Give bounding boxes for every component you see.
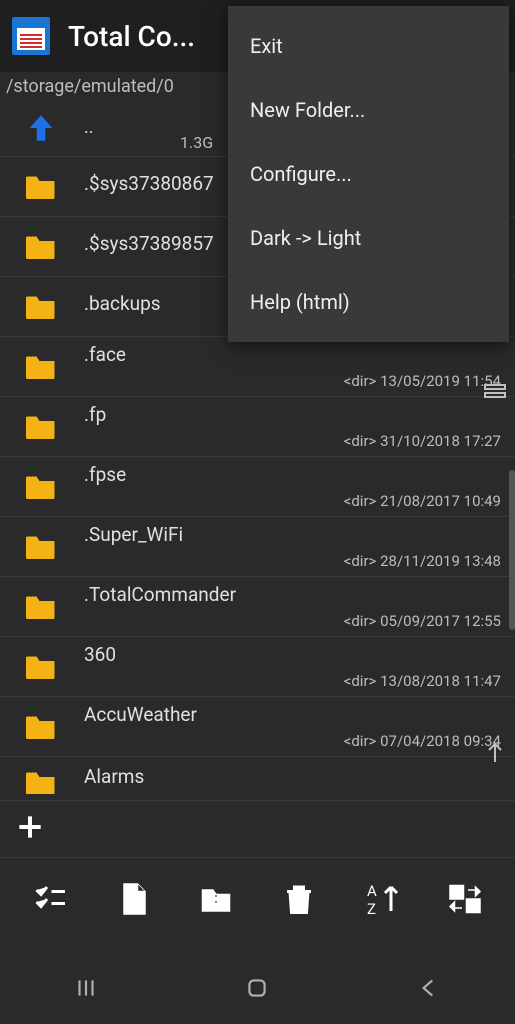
folder-icon xyxy=(16,349,66,385)
folder-icon xyxy=(16,589,66,625)
list-item[interactable]: Alarms xyxy=(0,757,515,794)
menu-help[interactable]: Help (html) xyxy=(228,270,509,334)
scrollbar[interactable] xyxy=(509,470,515,630)
file-name: .fp xyxy=(84,403,507,426)
folder-icon xyxy=(16,709,66,745)
new-file-button[interactable] xyxy=(108,874,158,924)
scroll-up-icon[interactable] xyxy=(481,739,509,767)
list-item[interactable]: .face<dir> 13/05/2019 11:54 xyxy=(0,337,515,397)
menu-configure[interactable]: Configure... xyxy=(228,142,509,206)
file-name: .fpse xyxy=(84,463,507,486)
file-meta: <dir> 28/11/2019 13:48 xyxy=(344,552,507,570)
folder-icon xyxy=(16,169,66,205)
file-name: .TotalCommander xyxy=(84,583,507,606)
file-meta: <dir> 13/08/2018 11:47 xyxy=(344,672,507,690)
select-button[interactable] xyxy=(25,874,75,924)
menu-new-folder[interactable]: New Folder... xyxy=(228,78,509,142)
file-name: .face xyxy=(84,343,507,366)
file-meta: <dir> 31/10/2018 17:27 xyxy=(344,432,507,450)
svg-text:Z: Z xyxy=(367,900,376,917)
sort-button[interactable]: AZ xyxy=(357,874,407,924)
list-item[interactable]: 360 <dir> 13/08/2018 11:47 xyxy=(0,637,515,697)
list-item[interactable]: .Super_WiFi <dir> 28/11/2019 13:48 xyxy=(0,517,515,577)
list-item[interactable]: .TotalCommander <dir> 05/09/2017 12:55 xyxy=(0,577,515,637)
svg-text:A: A xyxy=(367,882,377,900)
nav-back[interactable] xyxy=(399,968,459,1008)
swap-panels-button[interactable] xyxy=(440,874,490,924)
menu-exit[interactable]: Exit xyxy=(228,14,509,78)
folder-icon xyxy=(16,765,66,794)
system-nav-bar xyxy=(0,952,515,1024)
add-button[interactable] xyxy=(0,800,515,858)
file-name: 360 xyxy=(84,643,507,666)
folder-icon xyxy=(16,649,66,685)
bottom-toolbar: AZ xyxy=(0,870,515,928)
file-meta: <dir> 21/08/2017 10:49 xyxy=(344,492,507,510)
folder-icon xyxy=(16,469,66,505)
folder-icon xyxy=(16,289,66,325)
list-item[interactable]: .fp <dir> 31/10/2018 17:27 xyxy=(0,397,515,457)
file-name: Alarms xyxy=(84,765,507,788)
folder-icon xyxy=(16,529,66,565)
drawer-toggle-icon[interactable] xyxy=(481,377,509,405)
file-meta: <dir> 05/09/2017 12:55 xyxy=(344,612,507,630)
up-arrow-icon xyxy=(16,111,66,145)
list-item[interactable]: .fpse <dir> 21/08/2017 10:49 xyxy=(0,457,515,517)
folder-icon xyxy=(16,409,66,445)
overflow-menu: Exit New Folder... Configure... Dark -> … xyxy=(228,6,509,342)
list-item[interactable]: AccuWeather<dir> 07/04/2018 09:34 xyxy=(0,697,515,757)
nav-recents[interactable] xyxy=(56,968,116,1008)
nav-home[interactable] xyxy=(227,968,287,1008)
folder-icon xyxy=(16,229,66,265)
zip-button[interactable] xyxy=(191,874,241,924)
menu-theme-toggle[interactable]: Dark -> Light xyxy=(228,206,509,270)
app-title: Total Co... xyxy=(68,20,195,53)
file-name: .Super_WiFi xyxy=(84,523,507,546)
up-size: 1.3G xyxy=(180,133,213,152)
delete-button[interactable] xyxy=(274,874,324,924)
file-name: AccuWeather xyxy=(84,703,507,726)
app-icon xyxy=(12,17,50,55)
